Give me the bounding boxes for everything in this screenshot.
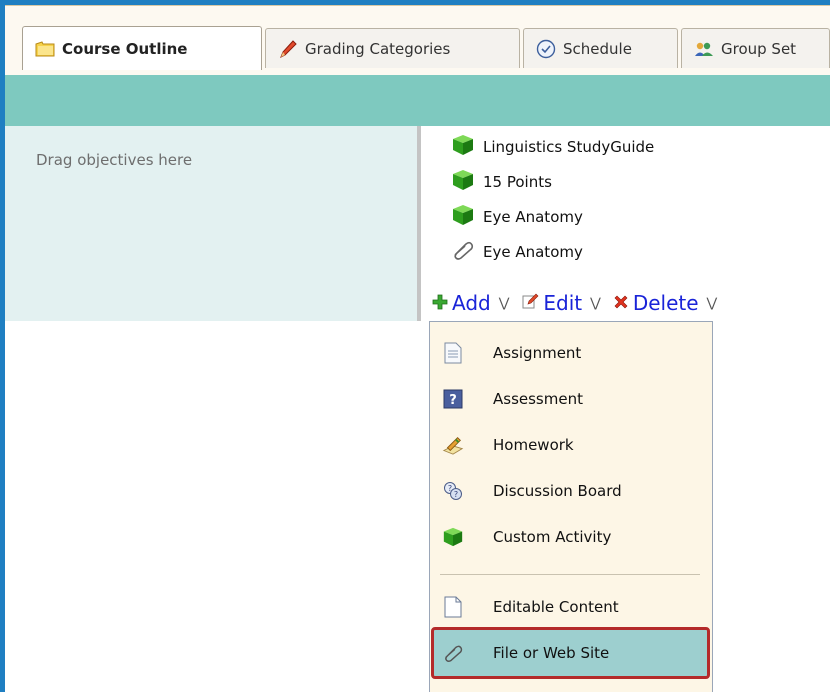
drop-zone-hint: Drag objectives here — [36, 151, 193, 169]
discussion-icon: ?? — [442, 480, 464, 502]
action-bar: Add ⋁ Edit ⋁ Delete ⋁ — [432, 289, 729, 317]
add-button[interactable]: Add ⋁ — [432, 291, 509, 315]
tab-group-set[interactable]: Group Set — [681, 28, 830, 68]
chevron-down-icon: ⋁ — [590, 295, 601, 311]
list-item[interactable]: 15 Points — [451, 164, 654, 199]
menu-item-label: Assessment — [493, 390, 583, 408]
menu-item-assignment[interactable]: Assignment — [430, 330, 712, 376]
add-menu: Assignment ? Assessment Homework ?? Disc… — [429, 321, 713, 692]
group-icon — [694, 39, 714, 59]
question-icon: ? — [442, 388, 464, 410]
objectives-drop-zone[interactable]: Drag objectives here — [5, 126, 417, 321]
objectives-list: Linguistics StudyGuide 15 Points Eye Ana… — [451, 129, 654, 269]
tab-label: Group Set — [721, 39, 797, 58]
menu-separator — [440, 574, 700, 575]
toolbar-band — [5, 75, 830, 126]
item-label: 15 Points — [483, 172, 552, 191]
tab-course-outline[interactable]: Course Outline — [22, 26, 262, 70]
pencil-icon — [278, 39, 298, 59]
tab-label: Course Outline — [62, 39, 188, 58]
green-cube-icon — [451, 134, 475, 160]
edit-label: Edit — [543, 291, 583, 315]
item-label: Linguistics StudyGuide — [483, 137, 655, 156]
menu-item-label: Editable Content — [493, 598, 619, 616]
plus-icon — [432, 291, 448, 315]
homework-icon — [442, 434, 464, 456]
menu-item-discussion-board[interactable]: ?? Discussion Board — [430, 468, 712, 514]
item-label: Eye Anatomy — [483, 242, 583, 261]
add-label: Add — [452, 291, 491, 315]
menu-item-label: Custom Activity — [493, 528, 612, 546]
tab-label: Grading Categories — [305, 39, 451, 58]
menu-item-label: Homework — [493, 436, 574, 454]
tab-schedule[interactable]: Schedule — [523, 28, 678, 68]
menu-item-label: Discussion Board — [493, 482, 622, 500]
delete-button[interactable]: Delete ⋁ — [613, 291, 717, 315]
svg-text:?: ? — [454, 490, 458, 499]
paperclip-icon — [442, 642, 464, 664]
green-cube-icon — [451, 204, 475, 230]
panel-divider[interactable] — [417, 126, 421, 321]
paperclip-icon — [451, 239, 475, 265]
menu-item-assessment[interactable]: ? Assessment — [430, 376, 712, 422]
folder-icon — [35, 39, 55, 59]
list-item[interactable]: Linguistics StudyGuide — [451, 129, 654, 164]
clock-icon — [536, 39, 556, 59]
menu-item-label: Assignment — [493, 344, 582, 362]
document-icon — [442, 342, 464, 364]
tab-label: Schedule — [563, 39, 632, 58]
chevron-down-icon: ⋁ — [706, 295, 718, 311]
blank-page-icon — [442, 596, 464, 618]
menu-item-custom-activity[interactable]: Custom Activity — [430, 514, 712, 560]
list-item[interactable]: Eye Anatomy — [451, 234, 654, 269]
tab-strip: Course Outline Grading Categories Schedu… — [5, 5, 830, 76]
delete-x-icon — [613, 291, 629, 315]
svg-text:?: ? — [449, 393, 457, 408]
green-cube-icon — [451, 169, 475, 195]
green-cube-icon — [442, 526, 464, 548]
menu-item-file-or-web-site[interactable]: File or Web Site — [431, 627, 710, 679]
svg-text:?: ? — [448, 484, 452, 493]
menu-item-homework[interactable]: Homework — [430, 422, 712, 468]
delete-label: Delete — [632, 291, 699, 315]
edit-icon — [521, 291, 539, 315]
menu-item-label: File or Web Site — [493, 644, 610, 662]
item-label: Eye Anatomy — [483, 207, 583, 226]
tab-grading-categories[interactable]: Grading Categories — [265, 28, 520, 68]
edit-button[interactable]: Edit ⋁ — [521, 291, 601, 315]
chevron-down-icon: ⋁ — [498, 295, 510, 311]
menu-item-editable-content[interactable]: Editable Content — [430, 584, 712, 630]
list-item[interactable]: Eye Anatomy — [451, 199, 654, 234]
